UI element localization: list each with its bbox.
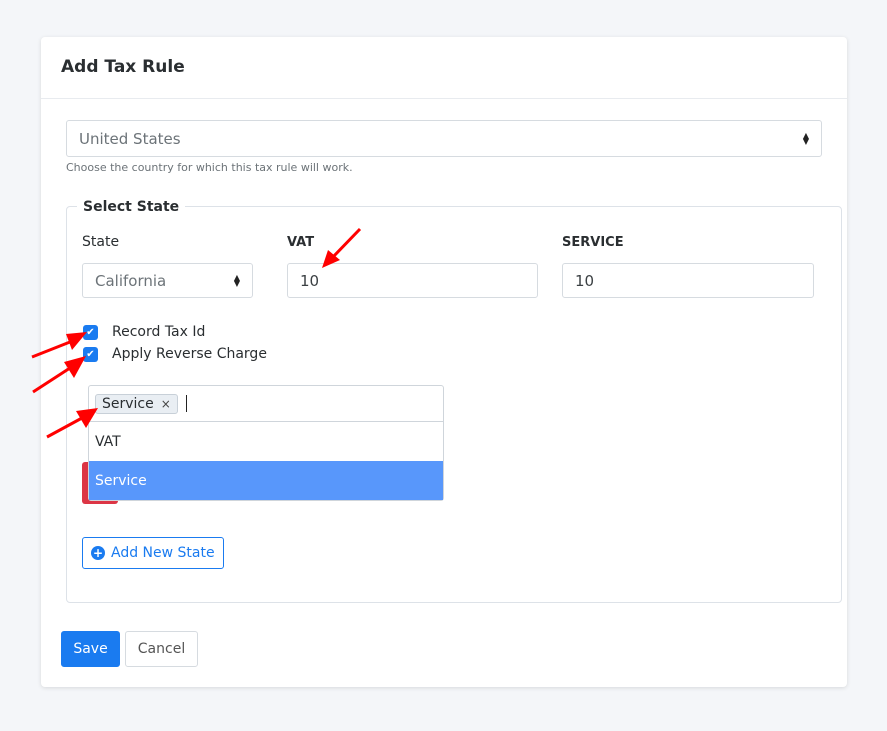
apply-reverse-charge-label: Apply Reverse Charge	[112, 346, 267, 362]
service-input-value: 10	[575, 271, 595, 290]
plus-circle-icon: +	[91, 546, 105, 560]
page-title: Add Tax Rule	[61, 57, 185, 77]
vat-input[interactable]: 10	[287, 263, 538, 298]
country-help-text: Choose the country for which this tax ru…	[66, 161, 353, 174]
add-new-state-label: Add New State	[111, 545, 215, 561]
country-select-value: United States	[79, 129, 181, 148]
text-cursor	[185, 395, 187, 412]
selected-tag-service: Service ×	[95, 393, 178, 414]
dropdown-option-vat[interactable]: VAT	[89, 422, 443, 461]
state-select[interactable]: California ▲ ▼	[82, 263, 253, 298]
fieldset-legend: Select State	[77, 199, 186, 215]
select-sort-icon: ▲ ▼	[233, 272, 240, 288]
checkbox-checked-icon[interactable]: ✔	[83, 324, 98, 340]
select-state-fieldset: Select State State VAT SERVICE Californi…	[66, 199, 842, 603]
record-tax-id-label: Record Tax Id	[112, 324, 206, 340]
record-tax-id-option[interactable]: ✔ Record Tax Id	[83, 324, 205, 340]
service-input[interactable]: 10	[562, 263, 814, 298]
service-label: SERVICE	[562, 235, 624, 250]
card-header: Add Tax Rule	[41, 37, 847, 99]
save-button[interactable]: Save	[61, 631, 120, 667]
tag-remove-icon[interactable]: ×	[161, 397, 171, 411]
dropdown-option-service[interactable]: Service	[89, 461, 443, 500]
select-sort-icon: ▲ ▼	[802, 130, 809, 146]
checkbox-checked-icon[interactable]: ✔	[83, 346, 98, 362]
apply-reverse-charge-option[interactable]: ✔ Apply Reverse Charge	[83, 346, 267, 362]
tag-label: Service	[102, 395, 154, 412]
state-select-value: California	[95, 271, 167, 290]
multiselect-selection[interactable]: Service ×	[89, 386, 443, 422]
add-new-state-button[interactable]: + Add New State	[82, 537, 224, 569]
reverse-charge-multiselect[interactable]: Service × VAT Service	[88, 385, 444, 501]
vat-input-value: 10	[300, 271, 320, 290]
add-tax-rule-card: Add Tax Rule United States ▲ ▼ Choose the…	[41, 37, 847, 687]
vat-label: VAT	[287, 235, 315, 250]
country-select[interactable]: United States ▲ ▼	[66, 120, 822, 157]
state-label: State	[82, 234, 120, 250]
cancel-button[interactable]: Cancel	[125, 631, 198, 667]
